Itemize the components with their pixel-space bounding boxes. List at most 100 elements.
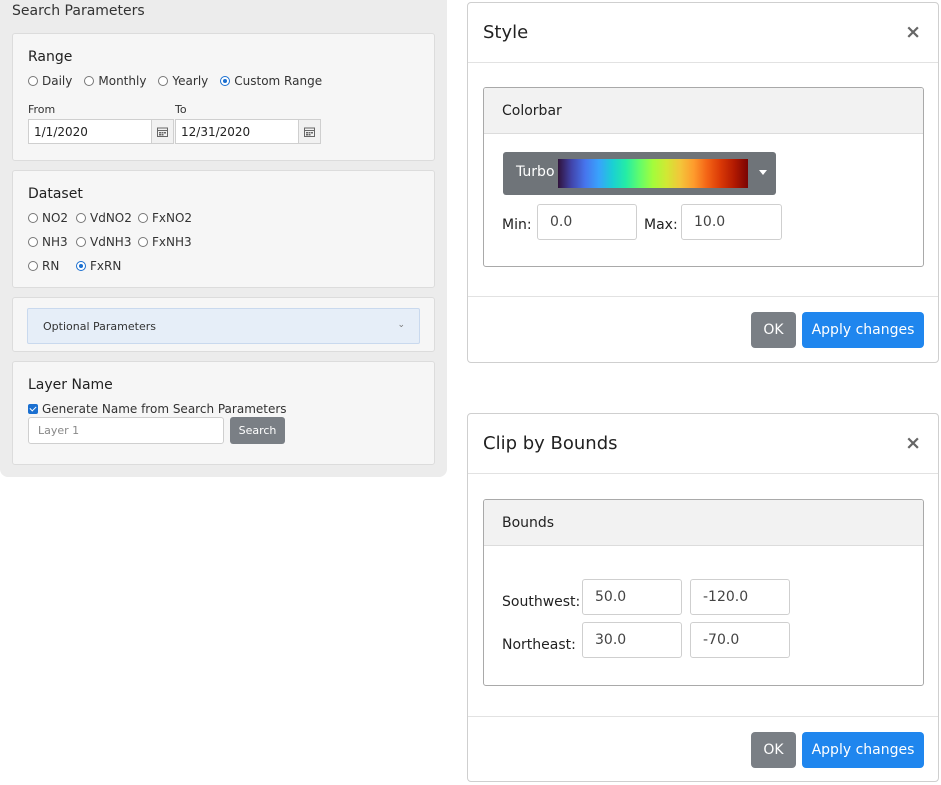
dataset-radio-row: NH3 VdNH3 FxNH3: [28, 235, 204, 249]
radio-no2[interactable]: NO2: [28, 211, 68, 225]
radio-circle[interactable]: [76, 237, 86, 247]
header-divider: [468, 473, 938, 474]
calendar-icon[interactable]: [151, 120, 173, 143]
generate-name-checkbox-row[interactable]: Generate Name from Search Parameters: [28, 402, 287, 416]
northeast-lon-input[interactable]: -70.0: [690, 622, 790, 658]
radio-label: RN: [42, 259, 60, 273]
radio-daily[interactable]: Daily: [28, 74, 72, 88]
radio-circle[interactable]: [28, 261, 38, 271]
search-button-label: Search: [238, 424, 277, 437]
layer-name-placeholder: Layer 1: [38, 424, 80, 437]
dataset-title: Dataset: [28, 186, 83, 202]
northeast-label: Northeast:: [502, 637, 576, 653]
radio-circle[interactable]: [84, 76, 95, 86]
accordion-label: Optional Parameters: [43, 319, 156, 333]
radio-fxrn[interactable]: FxRN: [76, 259, 121, 273]
northeast-lon-value[interactable]: -70.0: [703, 632, 739, 648]
radio-vdnh3[interactable]: VdNH3: [76, 235, 131, 249]
generate-name-checkbox[interactable]: [28, 404, 38, 414]
radio-rn[interactable]: RN: [28, 259, 64, 273]
colorbar-card-header: Colorbar: [484, 88, 923, 134]
radio-label: NH3: [42, 235, 68, 249]
style-modal: Style × Colorbar Turbo Min: 0.0 Max: 10.…: [467, 2, 939, 363]
radio-label: NO2: [42, 211, 69, 225]
radio-custom-range[interactable]: Custom Range: [220, 74, 322, 88]
ok-button[interactable]: OK: [751, 732, 796, 768]
close-icon[interactable]: ×: [905, 432, 921, 454]
radio-circle-selected[interactable]: [76, 261, 86, 271]
caret-down-icon[interactable]: [759, 170, 767, 175]
min-label: Min:: [502, 217, 532, 233]
ok-button-label: OK: [763, 742, 784, 758]
search-parameters-panel: Search Parameters Range Daily Monthly Ye…: [0, 0, 447, 477]
radio-label: Custom Range: [234, 74, 323, 88]
close-icon[interactable]: ×: [905, 21, 921, 43]
radio-label: FxNO2: [152, 211, 193, 225]
apply-button-label: Apply changes: [811, 742, 915, 758]
panel-title: Search Parameters: [12, 3, 145, 19]
max-value[interactable]: 10.0: [694, 214, 725, 230]
radio-circle[interactable]: [138, 213, 148, 223]
radio-vdno2[interactable]: VdNO2: [76, 211, 132, 225]
radio-label: Monthly: [98, 74, 147, 88]
apply-changes-button[interactable]: Apply changes: [802, 732, 924, 768]
northeast-lat-value[interactable]: 30.0: [595, 632, 626, 648]
northeast-lat-input[interactable]: 30.0: [582, 622, 682, 658]
southwest-lat-input[interactable]: 50.0: [582, 579, 682, 615]
radio-circle[interactable]: [28, 213, 38, 223]
calendar-icon[interactable]: [298, 120, 320, 143]
layer-name-card: Layer Name Generate Name from Search Par…: [12, 361, 435, 465]
radio-circle[interactable]: [28, 76, 38, 86]
to-date-field[interactable]: 12/31/2020: [175, 119, 321, 144]
apply-button-label: Apply changes: [811, 322, 915, 338]
radio-nh3[interactable]: NH3: [28, 235, 68, 249]
radio-label: VdNH3: [90, 235, 132, 249]
colormap-dropdown[interactable]: Turbo: [503, 152, 776, 195]
southwest-lon-input[interactable]: -120.0: [690, 579, 790, 615]
apply-changes-button[interactable]: Apply changes: [802, 312, 924, 348]
radio-monthly[interactable]: Monthly: [84, 74, 146, 88]
radio-label: FxRN: [90, 259, 122, 273]
radio-circle[interactable]: [158, 76, 169, 86]
ok-button-label: OK: [763, 322, 784, 338]
range-radio-group: Daily Monthly Yearly Custom Range: [28, 74, 334, 88]
from-date-value[interactable]: 1/1/2020: [29, 125, 151, 139]
radio-circle-selected[interactable]: [220, 76, 231, 86]
max-input[interactable]: 10.0: [681, 204, 782, 240]
chevron-down-icon[interactable]: ⌄: [397, 320, 405, 330]
radio-label: VdNO2: [90, 211, 132, 225]
radio-yearly[interactable]: Yearly: [158, 74, 208, 88]
radio-circle[interactable]: [28, 237, 38, 247]
southwest-label: Southwest:: [502, 594, 581, 610]
radio-label: Yearly: [172, 74, 209, 88]
footer-divider: [468, 296, 938, 297]
radio-fxnh3[interactable]: FxNH3: [138, 235, 192, 249]
radio-fxno2[interactable]: FxNO2: [138, 211, 192, 225]
bounds-card-header: Bounds: [484, 500, 923, 546]
colorbar-title: Colorbar: [502, 103, 562, 119]
southwest-lon-value[interactable]: -120.0: [703, 589, 748, 605]
to-label: To: [175, 103, 187, 116]
to-date-value[interactable]: 12/31/2020: [176, 125, 298, 139]
radio-circle[interactable]: [138, 237, 148, 247]
radio-circle[interactable]: [76, 213, 86, 223]
max-label: Max:: [644, 217, 678, 233]
dataset-card: Dataset NO2 VdNO2 FxNO2 NH3 VdNH3 FxNH3 …: [12, 170, 435, 288]
search-button[interactable]: Search: [230, 417, 285, 444]
min-value[interactable]: 0.0: [550, 214, 572, 230]
ok-button[interactable]: OK: [751, 312, 796, 348]
modal-title: Clip by Bounds: [483, 433, 618, 454]
layer-name-input[interactable]: Layer 1: [28, 417, 224, 444]
dataset-radio-row: RN FxRN: [28, 259, 133, 273]
colormap-gradient-swatch: [558, 159, 748, 188]
min-input[interactable]: 0.0: [537, 204, 637, 240]
optional-parameters-card: Optional Parameters ⌄: [12, 297, 435, 352]
footer-divider: [468, 716, 938, 717]
optional-parameters-accordion[interactable]: Optional Parameters ⌄: [27, 308, 420, 344]
southwest-lat-value[interactable]: 50.0: [595, 589, 626, 605]
radio-label: FxNH3: [152, 235, 192, 249]
range-title: Range: [28, 49, 73, 65]
from-date-field[interactable]: 1/1/2020: [28, 119, 174, 144]
colorbar-card: Colorbar Turbo Min: 0.0 Max: 10.0: [483, 87, 924, 267]
colormap-name: Turbo: [516, 164, 555, 180]
